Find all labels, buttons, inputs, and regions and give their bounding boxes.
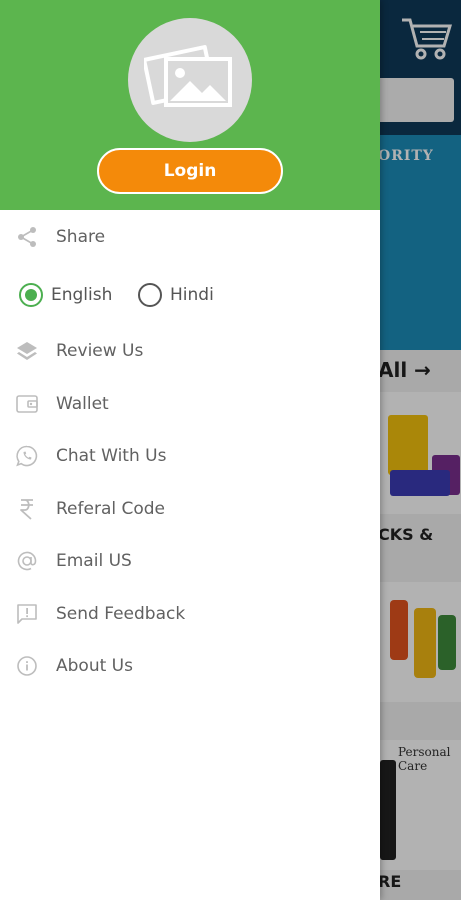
avatar[interactable] [128, 18, 252, 142]
menu-item-label: Share [56, 227, 106, 247]
feedback-icon [14, 601, 40, 627]
menu-item-share[interactable]: Share [0, 213, 380, 261]
info-icon [14, 653, 40, 679]
navigation-drawer: Login Share English Hindi Review Us Wall… [0, 0, 380, 900]
menu-item-send-feedback[interactable]: Send Feedback [0, 590, 380, 638]
image-placeholder-icon [142, 45, 236, 115]
menu-item-wallet[interactable]: Wallet [0, 380, 380, 428]
login-button[interactable]: Login [97, 148, 283, 194]
radio-label: Hindi [170, 285, 214, 305]
rupee-icon [14, 496, 40, 522]
language-radio-hindi[interactable]: Hindi [138, 282, 214, 308]
menu-item-email-us[interactable]: Email US [0, 537, 380, 585]
radio-button-unchecked [138, 283, 162, 307]
drawer-header: Login [0, 0, 380, 210]
menu-item-label: Email US [56, 551, 132, 571]
menu-item-referal-code[interactable]: Referal Code [0, 485, 380, 533]
share-icon [14, 224, 40, 250]
menu-item-review-us[interactable]: Review Us [0, 327, 380, 375]
radio-button-checked [19, 283, 43, 307]
whatsapp-icon [14, 443, 40, 469]
menu-item-about-us[interactable]: About Us [0, 642, 380, 690]
menu-item-label: Wallet [56, 394, 109, 414]
menu-item-label: About Us [56, 656, 133, 676]
layers-icon [14, 338, 40, 364]
menu-item-label: Chat With Us [56, 446, 167, 466]
language-selector: English Hindi [0, 270, 380, 318]
menu-item-label: Referal Code [56, 499, 166, 519]
language-radio-english[interactable]: English [19, 282, 112, 308]
wallet-icon [14, 391, 40, 417]
menu-item-chat-with-us[interactable]: Chat With Us [0, 432, 380, 480]
menu-item-label: Review Us [56, 341, 144, 361]
menu-item-label: Send Feedback [56, 604, 186, 624]
radio-label: English [51, 285, 113, 305]
at-sign-icon [14, 548, 40, 574]
